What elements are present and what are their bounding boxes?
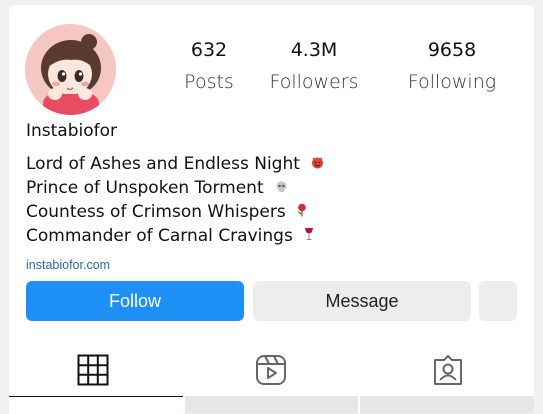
reels-icon — [256, 355, 286, 385]
bio-line: Commander of Carnal Cravings — [26, 224, 324, 248]
username: Instabiofor — [26, 121, 118, 141]
stat-posts[interactable]: 632 Posts — [149, 38, 269, 94]
bio-line-text: Lord of Ashes and Endless Night — [26, 154, 300, 174]
rose-icon — [297, 200, 307, 224]
tab-reels[interactable] — [251, 350, 291, 390]
message-button[interactable]: Message — [253, 281, 471, 321]
tab-tagged[interactable] — [428, 350, 468, 390]
bio: Lord of Ashes and Endless Night Prince o… — [26, 152, 324, 248]
suggested-accounts-button[interactable] — [479, 281, 517, 321]
bio-line: Lord of Ashes and Endless Night — [26, 152, 324, 176]
stat-label: Posts — [184, 71, 234, 93]
stat-label: Followers — [269, 71, 359, 93]
bio-line: Prince of Unspoken Torment — [26, 176, 324, 200]
bio-line: Countess of Crimson Whispers — [26, 200, 324, 224]
tab-indicator-active — [9, 396, 183, 414]
tagged-icon — [434, 355, 462, 385]
stat-followers[interactable]: 4.3M Followers — [254, 38, 374, 94]
stat-value: 632 — [190, 39, 228, 61]
stat-following[interactable]: 9658 Following — [392, 38, 512, 94]
bio-line-text: Prince of Unspoken Torment — [26, 178, 264, 198]
stat-value: 9658 — [427, 39, 477, 61]
tab-posts[interactable] — [73, 350, 113, 390]
avatar[interactable] — [25, 24, 116, 115]
avatar-illustration — [25, 24, 116, 115]
skull-icon — [275, 176, 288, 200]
stat-value: 4.3M — [290, 39, 338, 61]
tab-divider — [185, 396, 358, 413]
follow-button[interactable]: Follow — [26, 281, 244, 321]
profile-link[interactable]: instabiofor.com — [26, 258, 110, 272]
bio-line-text: Countess of Crimson Whispers — [26, 202, 286, 222]
bio-line-text: Commander of Carnal Cravings — [26, 226, 293, 246]
tab-divider — [360, 396, 534, 413]
stat-label: Following — [407, 71, 497, 93]
wine-glass-icon — [304, 224, 314, 248]
devil-face-icon — [311, 152, 324, 176]
grid-icon — [77, 354, 109, 386]
